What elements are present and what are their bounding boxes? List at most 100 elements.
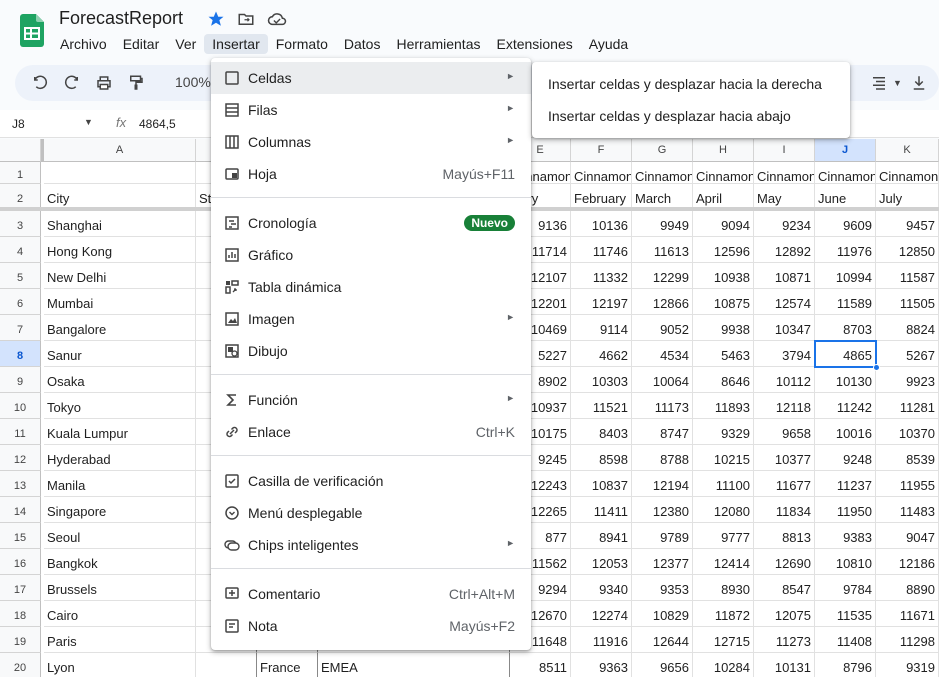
cell-value[interactable]: 11242 [815,393,876,419]
cell-value[interactable]: 11273 [754,627,815,653]
cell-value[interactable]: 9923 [876,367,939,393]
row-header-5[interactable]: 5 [0,263,41,289]
row-header-19[interactable]: 19 [0,627,41,653]
cell-value[interactable]: 12574 [754,289,815,315]
cell-value[interactable]: 8796 [815,653,876,677]
menu-item-chips-inteligentes[interactable]: Chips inteligentes ► [211,529,531,561]
cell-value[interactable]: 10284 [693,653,754,677]
menu-formato[interactable]: Formato [268,34,336,54]
cell-value[interactable]: 12715 [693,627,754,653]
cell-value[interactable]: 11411 [571,497,632,523]
column-header-a[interactable]: A [44,139,196,162]
cell-value[interactable]: 11408 [815,627,876,653]
cell-value[interactable]: 10377 [754,445,815,471]
cell-value[interactable]: 9047 [876,523,939,549]
cell-value[interactable]: 12075 [754,601,815,627]
row-header-1[interactable]: 1 [0,162,41,184]
cell-city[interactable]: Sanur [44,341,196,367]
name-box[interactable]: J8 [12,117,25,131]
cell-value[interactable]: 12690 [754,549,815,575]
cell-value[interactable]: 8539 [876,445,939,471]
insert-cells-shift-right[interactable]: Insertar celdas y desplazar hacia la der… [548,76,822,92]
cell-city[interactable]: Cairo [44,601,196,627]
cell-value[interactable]: 11976 [815,237,876,263]
cell-value[interactable]: 9457 [876,211,939,237]
fill-handle[interactable] [873,364,880,371]
row-header-4[interactable]: 4 [0,237,41,263]
cell-value[interactable]: 12053 [571,549,632,575]
cell-value[interactable]: 11950 [815,497,876,523]
cell-b[interactable] [196,653,257,677]
cell-value[interactable]: 11100 [693,471,754,497]
cell-city[interactable]: Shanghai [44,211,196,237]
cell-value[interactable]: 8930 [693,575,754,601]
cell-value[interactable]: 11872 [693,601,754,627]
cell-city[interactable]: Bangalore [44,315,196,341]
cell-value[interactable]: 11505 [876,289,939,315]
cell-value[interactable]: 8813 [754,523,815,549]
cell-value[interactable]: 12197 [571,289,632,315]
cell-value[interactable]: 12118 [754,393,815,419]
row-header-18[interactable]: 18 [0,601,41,627]
column-header-k[interactable]: K [876,139,939,162]
cell-c[interactable]: France [257,653,318,677]
row-header-20[interactable]: 20 [0,653,41,677]
column-header-f[interactable]: F [571,139,632,162]
cell-value[interactable]: 8403 [571,419,632,445]
cell-value[interactable]: Cinnamon [693,162,754,184]
align-caret-icon[interactable]: ▼ [893,78,902,88]
cell-value[interactable]: 11746 [571,237,632,263]
cell-value[interactable]: 9789 [632,523,693,549]
cell-value[interactable]: 11521 [571,393,632,419]
cell-value[interactable]: 9383 [815,523,876,549]
cell-value[interactable]: 10938 [693,263,754,289]
cell-value[interactable]: 12850 [876,237,939,263]
cell-value[interactable]: 11483 [876,497,939,523]
cell-city[interactable]: Hong Kong [44,237,196,263]
undo-icon[interactable] [31,74,49,92]
name-box-caret-icon[interactable]: ▼ [84,117,93,127]
cell-value[interactable]: 11332 [571,263,632,289]
document-title[interactable]: ForecastReport [59,8,183,29]
cell-value[interactable]: 11613 [632,237,693,263]
cell-value[interactable]: 8547 [754,575,815,601]
cell-value[interactable]: 5267 [876,341,939,367]
menu-item-hoja[interactable]: Hoja Mayús+F11 [211,158,531,190]
cell-value[interactable]: 4534 [632,341,693,367]
cell-value[interactable]: 10016 [815,419,876,445]
cell-value[interactable]: 10829 [632,601,693,627]
cell-value[interactable]: 9949 [632,211,693,237]
cell-value[interactable]: 11677 [754,471,815,497]
cell-value[interactable]: 10875 [693,289,754,315]
cell-city[interactable]: Hyderabad [44,445,196,471]
cell-value[interactable]: 9094 [693,211,754,237]
cell-value[interactable]: 9248 [815,445,876,471]
menu-editar[interactable]: Editar [115,34,168,54]
cell-value[interactable]: 9319 [876,653,939,677]
cell-value[interactable]: 12414 [693,549,754,575]
star-icon[interactable] [207,10,225,28]
cell-value[interactable]: 11955 [876,471,939,497]
cell-value[interactable]: 8511 [510,653,571,677]
cell-value[interactable]: 12596 [693,237,754,263]
cell-value[interactable]: 9938 [693,315,754,341]
cell-value[interactable]: 11535 [815,601,876,627]
cell-value[interactable]: 12377 [632,549,693,575]
row-header-3[interactable]: 3 [0,211,41,237]
cell-value[interactable]: 9777 [693,523,754,549]
menu-item-enlace[interactable]: Enlace Ctrl+K [211,416,531,448]
menu-ayuda[interactable]: Ayuda [581,34,636,54]
cell-value[interactable]: 8703 [815,315,876,341]
cell-value[interactable]: 9658 [754,419,815,445]
menu-item-comentario[interactable]: Comentario Ctrl+Alt+M [211,578,531,610]
cell-value[interactable]: 12380 [632,497,693,523]
column-header-i[interactable]: I [754,139,815,162]
cell-value[interactable]: 12892 [754,237,815,263]
cell-city[interactable]: Seoul [44,523,196,549]
cell-value[interactable]: 5463 [693,341,754,367]
cell-value[interactable]: Cinnamon [632,162,693,184]
cell-city[interactable]: New Delhi [44,263,196,289]
menu-item-dibujo[interactable]: Dibujo [211,335,531,367]
menu-insertar[interactable]: Insertar [204,34,268,54]
cell-value[interactable]: 8824 [876,315,939,341]
